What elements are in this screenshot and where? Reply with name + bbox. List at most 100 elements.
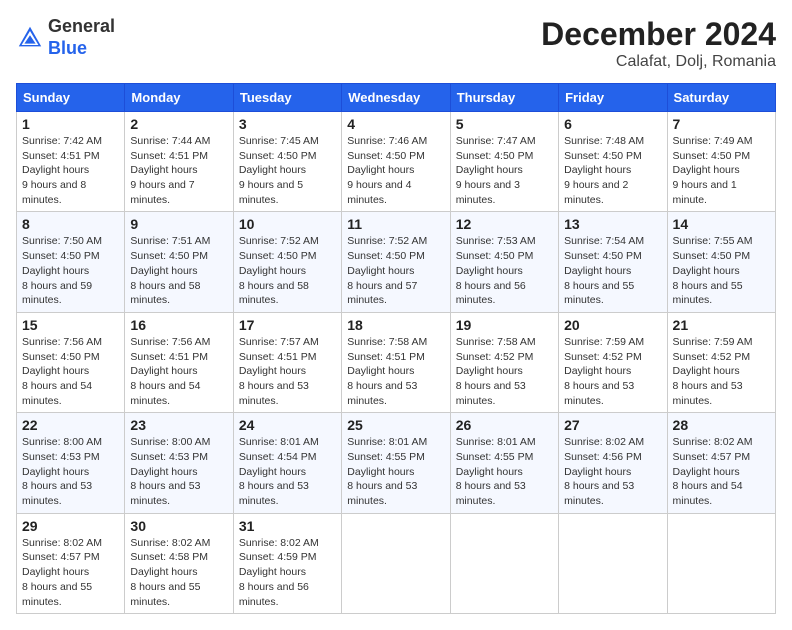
day-number: 5	[456, 116, 553, 132]
daylight-duration: 8 hours and 58 minutes.	[130, 280, 200, 307]
sunset-label: Sunset: 4:57 PM	[22, 551, 100, 563]
daylight-duration: 9 hours and 3 minutes.	[456, 179, 520, 206]
daylight-duration: 8 hours and 53 minutes.	[347, 480, 417, 507]
calendar-day-cell: 30 Sunrise: 8:02 AM Sunset: 4:58 PM Dayl…	[125, 513, 233, 613]
daylight-duration: 8 hours and 55 minutes.	[673, 280, 743, 307]
daylight-label: Daylight hours	[347, 164, 414, 176]
col-sunday: Sunday	[17, 84, 125, 112]
sunrise-label: Sunrise: 8:02 AM	[564, 436, 644, 448]
daylight-label: Daylight hours	[130, 265, 197, 277]
sunrise-label: Sunrise: 7:51 AM	[130, 235, 210, 247]
calendar-day-cell: 16 Sunrise: 7:56 AM Sunset: 4:51 PM Dayl…	[125, 312, 233, 412]
day-info: Sunrise: 7:52 AM Sunset: 4:50 PM Dayligh…	[347, 234, 444, 307]
day-number: 21	[673, 317, 770, 333]
sunset-label: Sunset: 4:50 PM	[239, 150, 317, 162]
sunrise-label: Sunrise: 7:58 AM	[456, 336, 536, 348]
daylight-label: Daylight hours	[130, 365, 197, 377]
calendar-day-cell	[450, 513, 558, 613]
calendar-day-cell: 8 Sunrise: 7:50 AM Sunset: 4:50 PM Dayli…	[17, 212, 125, 312]
daylight-label: Daylight hours	[673, 265, 740, 277]
day-number: 9	[130, 216, 227, 232]
day-number: 4	[347, 116, 444, 132]
sunrise-label: Sunrise: 7:56 AM	[22, 336, 102, 348]
daylight-duration: 8 hours and 53 minutes.	[456, 480, 526, 507]
sunset-label: Sunset: 4:50 PM	[22, 351, 100, 363]
calendar-day-cell: 29 Sunrise: 8:02 AM Sunset: 4:57 PM Dayl…	[17, 513, 125, 613]
title-section: December 2024 Calafat, Dolj, Romania	[541, 16, 776, 71]
daylight-label: Daylight hours	[564, 164, 631, 176]
sunset-label: Sunset: 4:50 PM	[564, 250, 642, 262]
sunset-label: Sunset: 4:57 PM	[673, 451, 751, 463]
calendar-day-cell: 10 Sunrise: 7:52 AM Sunset: 4:50 PM Dayl…	[233, 212, 341, 312]
day-info: Sunrise: 7:51 AM Sunset: 4:50 PM Dayligh…	[130, 234, 227, 307]
sunset-label: Sunset: 4:50 PM	[347, 250, 425, 262]
sunrise-label: Sunrise: 7:56 AM	[130, 336, 210, 348]
calendar-day-cell: 7 Sunrise: 7:49 AM Sunset: 4:50 PM Dayli…	[667, 112, 775, 212]
day-number: 2	[130, 116, 227, 132]
day-number: 8	[22, 216, 119, 232]
daylight-duration: 8 hours and 53 minutes.	[564, 480, 634, 507]
daylight-duration: 8 hours and 54 minutes.	[130, 380, 200, 407]
day-number: 13	[564, 216, 661, 232]
daylight-label: Daylight hours	[564, 365, 631, 377]
logo-general: General	[48, 16, 115, 36]
daylight-duration: 8 hours and 54 minutes.	[673, 480, 743, 507]
day-number: 22	[22, 417, 119, 433]
calendar-week-row: 1 Sunrise: 7:42 AM Sunset: 4:51 PM Dayli…	[17, 112, 776, 212]
sunset-label: Sunset: 4:50 PM	[22, 250, 100, 262]
day-number: 14	[673, 216, 770, 232]
sunrise-label: Sunrise: 7:49 AM	[673, 135, 753, 147]
day-info: Sunrise: 7:53 AM Sunset: 4:50 PM Dayligh…	[456, 234, 553, 307]
daylight-label: Daylight hours	[239, 566, 306, 578]
col-monday: Monday	[125, 84, 233, 112]
sunrise-label: Sunrise: 8:00 AM	[130, 436, 210, 448]
logo-blue: Blue	[48, 38, 87, 58]
daylight-duration: 8 hours and 55 minutes.	[564, 280, 634, 307]
day-number: 11	[347, 216, 444, 232]
sunrise-label: Sunrise: 7:52 AM	[239, 235, 319, 247]
calendar-day-cell: 20 Sunrise: 7:59 AM Sunset: 4:52 PM Dayl…	[559, 312, 667, 412]
location: Calafat, Dolj, Romania	[541, 53, 776, 71]
day-info: Sunrise: 7:50 AM Sunset: 4:50 PM Dayligh…	[22, 234, 119, 307]
daylight-duration: 9 hours and 7 minutes.	[130, 179, 194, 206]
daylight-duration: 8 hours and 54 minutes.	[22, 380, 92, 407]
day-info: Sunrise: 7:56 AM Sunset: 4:51 PM Dayligh…	[130, 335, 227, 408]
day-number: 12	[456, 216, 553, 232]
sunrise-label: Sunrise: 7:46 AM	[347, 135, 427, 147]
calendar-day-cell	[559, 513, 667, 613]
daylight-label: Daylight hours	[239, 365, 306, 377]
day-info: Sunrise: 7:52 AM Sunset: 4:50 PM Dayligh…	[239, 234, 336, 307]
day-number: 27	[564, 417, 661, 433]
sunrise-label: Sunrise: 8:02 AM	[673, 436, 753, 448]
sunrise-label: Sunrise: 7:53 AM	[456, 235, 536, 247]
daylight-duration: 8 hours and 56 minutes.	[456, 280, 526, 307]
sunset-label: Sunset: 4:59 PM	[239, 551, 317, 563]
daylight-label: Daylight hours	[673, 466, 740, 478]
sunset-label: Sunset: 4:53 PM	[22, 451, 100, 463]
day-info: Sunrise: 8:02 AM Sunset: 4:59 PM Dayligh…	[239, 536, 336, 609]
calendar-day-cell	[667, 513, 775, 613]
daylight-duration: 9 hours and 8 minutes.	[22, 179, 86, 206]
daylight-duration: 8 hours and 56 minutes.	[239, 581, 309, 608]
sunrise-label: Sunrise: 7:59 AM	[564, 336, 644, 348]
daylight-duration: 8 hours and 53 minutes.	[130, 480, 200, 507]
daylight-label: Daylight hours	[239, 265, 306, 277]
calendar-day-cell: 21 Sunrise: 7:59 AM Sunset: 4:52 PM Dayl…	[667, 312, 775, 412]
calendar-day-cell: 3 Sunrise: 7:45 AM Sunset: 4:50 PM Dayli…	[233, 112, 341, 212]
sunrise-label: Sunrise: 7:45 AM	[239, 135, 319, 147]
daylight-duration: 9 hours and 2 minutes.	[564, 179, 628, 206]
calendar-day-cell: 12 Sunrise: 7:53 AM Sunset: 4:50 PM Dayl…	[450, 212, 558, 312]
sunset-label: Sunset: 4:53 PM	[130, 451, 208, 463]
calendar-week-row: 8 Sunrise: 7:50 AM Sunset: 4:50 PM Dayli…	[17, 212, 776, 312]
day-info: Sunrise: 7:57 AM Sunset: 4:51 PM Dayligh…	[239, 335, 336, 408]
daylight-label: Daylight hours	[347, 365, 414, 377]
sunrise-label: Sunrise: 7:59 AM	[673, 336, 753, 348]
daylight-label: Daylight hours	[456, 365, 523, 377]
daylight-label: Daylight hours	[22, 365, 89, 377]
daylight-label: Daylight hours	[22, 466, 89, 478]
day-number: 16	[130, 317, 227, 333]
day-info: Sunrise: 8:02 AM Sunset: 4:56 PM Dayligh…	[564, 435, 661, 508]
daylight-label: Daylight hours	[130, 164, 197, 176]
daylight-label: Daylight hours	[239, 164, 306, 176]
daylight-label: Daylight hours	[239, 466, 306, 478]
